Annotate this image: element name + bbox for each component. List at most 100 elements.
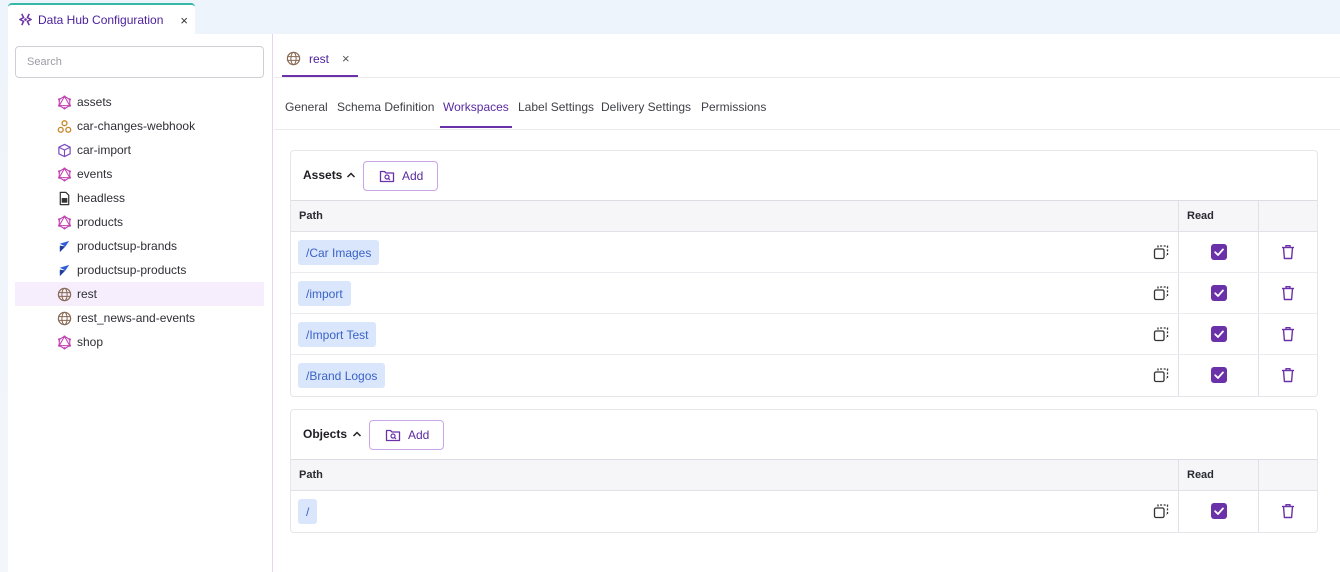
- tab-label-settings[interactable]: Label Settings: [518, 100, 594, 114]
- globe-icon: [56, 286, 72, 302]
- objects-table-body: /: [291, 491, 1317, 532]
- assets-table-header: Path Read: [291, 201, 1317, 232]
- sidebar-item-label: headless: [77, 191, 126, 205]
- objects-panel-header: Objects Add: [291, 410, 1317, 460]
- tab-label: rest: [309, 51, 330, 66]
- sidebar-item-events[interactable]: events: [15, 162, 264, 186]
- path-tag[interactable]: /Brand Logos: [298, 363, 386, 388]
- chevron-up-icon[interactable]: [350, 427, 364, 441]
- assets-title: Assets: [303, 168, 343, 182]
- read-checkbox[interactable]: [1211, 367, 1227, 383]
- objects-table-header: Path Read: [291, 460, 1317, 491]
- settings-tabs: General Schema Definition Workspaces Lab…: [274, 86, 1340, 130]
- objects-title: Objects: [303, 427, 348, 441]
- close-icon[interactable]: ×: [342, 51, 350, 66]
- trash-icon[interactable]: [1280, 326, 1296, 342]
- close-icon[interactable]: ×: [180, 14, 188, 27]
- sidebar-item-label: rest_news-and-events: [77, 311, 196, 325]
- copy-icon[interactable]: [1153, 244, 1169, 260]
- sidebar-item-rest_news-and-events[interactable]: rest_news-and-events: [15, 306, 264, 330]
- copy-icon[interactable]: [1153, 367, 1169, 383]
- globe-icon: [286, 51, 301, 66]
- trash-icon[interactable]: [1280, 285, 1296, 301]
- add-label: Add: [402, 169, 424, 183]
- read-checkbox[interactable]: [1211, 285, 1227, 301]
- tab-general[interactable]: General: [285, 100, 328, 114]
- table-row: /Car Images: [291, 232, 1317, 273]
- assets-table-body: /Car Images/import/Import Test/Brand Log…: [291, 232, 1317, 396]
- read-column-header: Read: [1187, 469, 1214, 481]
- add-label: Add: [408, 428, 430, 442]
- trash-icon[interactable]: [1280, 367, 1296, 383]
- webhook-icon: [56, 118, 72, 134]
- active-tab-indicator: [440, 126, 512, 128]
- trash-icon[interactable]: [1280, 244, 1296, 260]
- assets-panel: Assets Add Path Read /Car Images/import /…: [290, 150, 1318, 397]
- tab-schema-definition[interactable]: Schema Definition: [337, 100, 434, 114]
- app-tab-title: Data Hub Configuration: [38, 12, 164, 27]
- graphql-icon: [56, 214, 72, 230]
- copy-icon[interactable]: [1153, 503, 1169, 519]
- assets-panel-header: Assets Add: [291, 151, 1317, 201]
- chevron-up-icon[interactable]: [344, 168, 358, 182]
- copy-icon[interactable]: [1153, 326, 1169, 342]
- productsup-icon: [56, 238, 72, 254]
- tab-workspaces[interactable]: Workspaces: [443, 100, 509, 114]
- sidebar-item-car-import[interactable]: car-import: [15, 138, 264, 162]
- add-object-workspace-button[interactable]: Add: [369, 420, 444, 450]
- path-tag[interactable]: /Car Images: [298, 240, 380, 265]
- add-asset-workspace-button[interactable]: Add: [363, 161, 438, 191]
- sidebar-item-assets[interactable]: assets: [15, 90, 264, 114]
- sidebar-item-products[interactable]: products: [15, 210, 264, 234]
- read-column-header: Read: [1187, 210, 1214, 222]
- document-tabs: rest ×: [274, 34, 1340, 78]
- objects-panel: Objects Add Path Read /: [290, 409, 1318, 533]
- content-area: rest × General Schema Definition Workspa…: [274, 34, 1340, 572]
- sidebar-item-label: products: [77, 215, 124, 229]
- read-checkbox[interactable]: [1211, 326, 1227, 342]
- data-hub-config-tab[interactable]: Data Hub Configuration ×: [8, 3, 195, 34]
- table-row: /Import Test: [291, 314, 1317, 355]
- trash-icon[interactable]: [1280, 503, 1296, 519]
- sidebar-item-productsup-brands[interactable]: productsup-brands: [15, 234, 264, 258]
- table-row: /import: [291, 273, 1317, 314]
- folder-search-icon: [379, 169, 395, 183]
- sidebar-item-label: shop: [77, 335, 104, 349]
- folder-search-icon: [385, 428, 401, 442]
- config-tree: assets car-changes-webhook car-import event…: [15, 90, 264, 354]
- path-column-header: Path: [299, 210, 323, 222]
- graphql-icon: [56, 334, 72, 350]
- sidebar-item-label: productsup-products: [77, 263, 187, 277]
- productsup-icon: [56, 262, 72, 278]
- sidebar-item-label: events: [77, 167, 113, 181]
- graphql-icon: [56, 94, 72, 110]
- sidebar-item-car-changes-webhook[interactable]: car-changes-webhook: [15, 114, 264, 138]
- graphql-icon: [56, 166, 72, 182]
- sidebar-item-productsup-products[interactable]: productsup-products: [15, 258, 264, 282]
- sidebar-item-label: car-changes-webhook: [77, 119, 196, 133]
- sidebar: assets car-changes-webhook car-import event…: [8, 34, 273, 572]
- main-area: assets car-changes-webhook car-import event…: [8, 34, 1340, 572]
- top-tab-bar: Data Hub Configuration ×: [0, 0, 1340, 34]
- tab-permissions[interactable]: Permissions: [701, 100, 766, 114]
- file-icon: [56, 190, 72, 206]
- sidebar-item-shop[interactable]: shop: [15, 330, 264, 354]
- path-tag[interactable]: /Import Test: [298, 322, 377, 347]
- tab-delivery-settings[interactable]: Delivery Settings: [601, 100, 691, 114]
- read-checkbox[interactable]: [1211, 503, 1227, 519]
- sidebar-item-label: productsup-brands: [77, 239, 178, 253]
- cube-icon: [56, 142, 72, 158]
- path-tag[interactable]: /import: [298, 281, 351, 306]
- tab-rest[interactable]: rest ×: [282, 42, 358, 77]
- data-hub-icon: [18, 12, 33, 27]
- sidebar-item-label: rest: [77, 287, 98, 301]
- sidebar-item-headless[interactable]: headless: [15, 186, 264, 210]
- search-input[interactable]: [15, 46, 264, 78]
- sidebar-item-label: car-import: [77, 143, 132, 157]
- table-row: /: [291, 491, 1317, 532]
- path-tag[interactable]: /: [298, 499, 318, 524]
- globe-icon: [56, 310, 72, 326]
- copy-icon[interactable]: [1153, 285, 1169, 301]
- sidebar-item-rest[interactable]: rest: [15, 282, 264, 306]
- read-checkbox[interactable]: [1211, 244, 1227, 260]
